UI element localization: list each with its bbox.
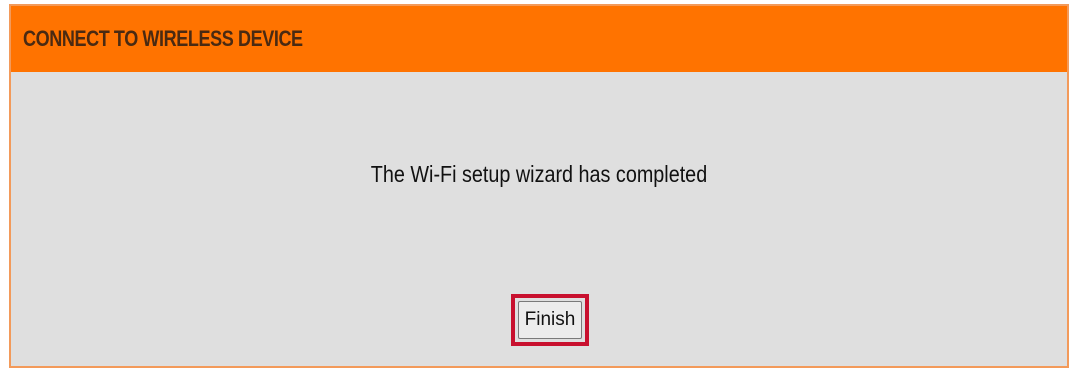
finish-button[interactable]: Finish: [517, 301, 583, 339]
finish-button-highlight: Finish: [511, 294, 589, 346]
panel-header: CONNECT TO WIRELESS DEVICE: [11, 6, 1067, 72]
wizard-panel: CONNECT TO WIRELESS DEVICE The Wi-Fi set…: [9, 4, 1069, 368]
completion-message: The Wi-Fi setup wizard has completed: [370, 161, 708, 187]
panel-title: CONNECT TO WIRELESS DEVICE: [23, 26, 303, 51]
